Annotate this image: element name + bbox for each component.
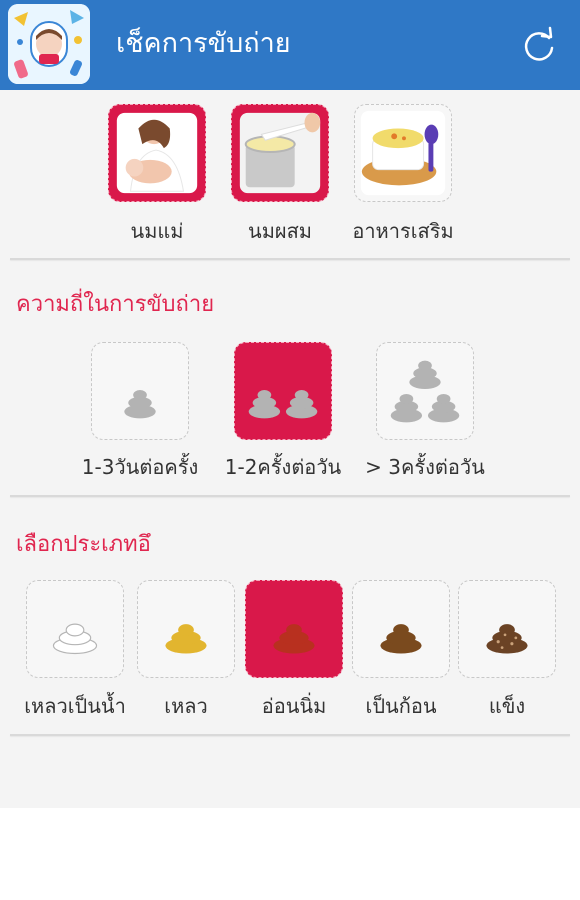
divider bbox=[10, 734, 570, 736]
baby-app-icon[interactable] bbox=[8, 4, 90, 84]
frequency-tile-many[interactable] bbox=[376, 342, 474, 440]
baby-food-icon bbox=[360, 110, 446, 196]
poop-formed-icon bbox=[380, 624, 422, 654]
food-tile-supplement[interactable] bbox=[354, 104, 452, 202]
frequency-tile-twice[interactable] bbox=[234, 342, 332, 440]
poop-soft-icon bbox=[273, 624, 315, 654]
divider bbox=[10, 258, 570, 260]
food-label-supplement: อาหารเสริม bbox=[352, 219, 454, 243]
food-tile-breastfeeding[interactable] bbox=[108, 104, 206, 202]
poop-loose-icon bbox=[165, 624, 207, 654]
poop-single-icon bbox=[124, 390, 156, 419]
poop-watery-icon bbox=[52, 623, 98, 655]
stool-label-hard: แข็ง bbox=[488, 694, 526, 718]
main-content: นมแม่ นมผสม อาหารเสริม ความถี่ในการขับถ่… bbox=[0, 90, 580, 808]
frequency-label-many: > 3ครั้งต่อวัน bbox=[365, 455, 485, 479]
frequency-label-once: 1-3วันต่อครั้ง bbox=[81, 455, 199, 479]
stool-tile-watery[interactable] bbox=[26, 580, 124, 678]
divider bbox=[10, 495, 570, 497]
frequency-tile-once[interactable] bbox=[91, 342, 189, 440]
poop-triple-icon bbox=[390, 360, 460, 423]
page-title: เช็คการขับถ่าย bbox=[116, 28, 291, 59]
section-title-frequency: ความถี่ในการขับถ่าย bbox=[16, 292, 215, 317]
stool-tile-soft[interactable] bbox=[245, 580, 343, 678]
app-header: เช็คการขับถ่าย bbox=[0, 0, 580, 90]
refresh-icon[interactable] bbox=[520, 26, 558, 64]
poop-double-icon bbox=[248, 390, 318, 419]
poop-hard-icon bbox=[486, 624, 528, 654]
formula-milk-icon bbox=[239, 112, 321, 194]
breastfeeding-icon bbox=[116, 112, 198, 194]
stool-tile-formed[interactable] bbox=[352, 580, 450, 678]
stool-tile-loose[interactable] bbox=[137, 580, 235, 678]
section-title-stool-type: เลือกประเภทอึ bbox=[16, 532, 151, 557]
frequency-label-twice: 1-2ครั้งต่อวัน bbox=[224, 455, 342, 479]
stool-tile-hard[interactable] bbox=[458, 580, 556, 678]
food-tile-formula[interactable] bbox=[231, 104, 329, 202]
